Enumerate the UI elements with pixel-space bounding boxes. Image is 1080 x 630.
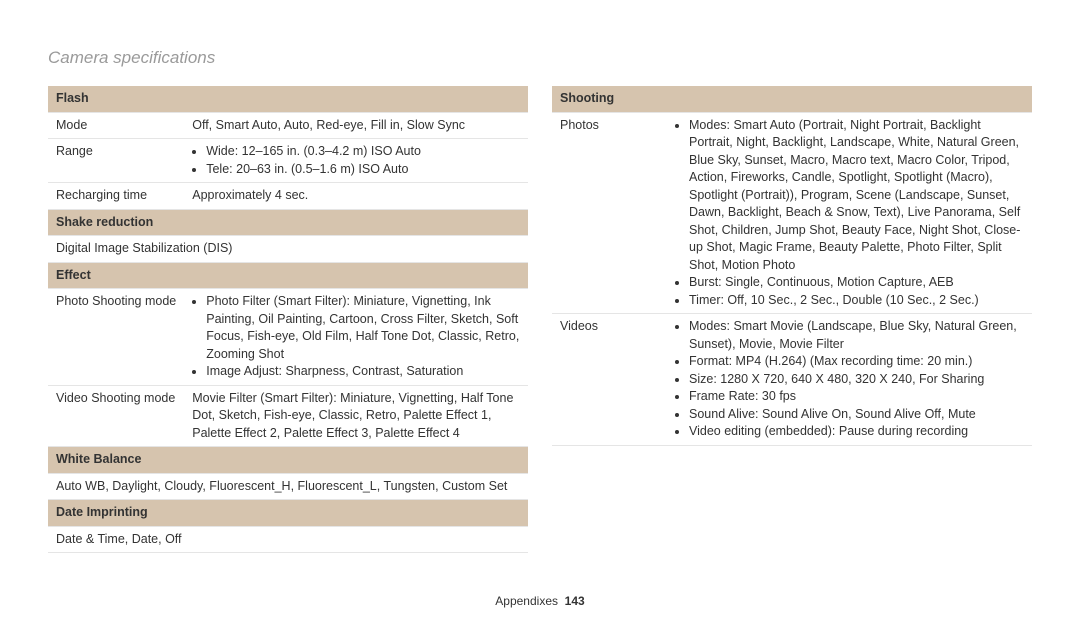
right-spec-table: ShootingPhotosModes: Smart Auto (Portrai… — [552, 86, 1032, 446]
table-row: Date & Time, Date, Off — [48, 526, 528, 553]
list-item: Video editing (embedded): Pause during r… — [689, 423, 1024, 441]
spec-value-cell: Photo Filter (Smart Filter): Miniature, … — [184, 289, 528, 386]
spec-value-cell: Modes: Smart Movie (Landscape, Blue Sky,… — [667, 314, 1032, 446]
section-header-cell: Shooting — [552, 86, 1032, 112]
list-item: Burst: Single, Continuous, Motion Captur… — [689, 274, 1024, 292]
spec-full-cell: Digital Image Stabilization (DIS) — [48, 236, 528, 263]
list-item: Format: MP4 (H.264) (Max recording time:… — [689, 353, 1024, 371]
list-item: Sound Alive: Sound Alive On, Sound Alive… — [689, 406, 1024, 424]
table-row: Recharging timeApproximately 4 sec. — [48, 183, 528, 210]
list-item: Modes: Smart Auto (Portrait, Night Portr… — [689, 117, 1024, 275]
section-header-cell: Effect — [48, 262, 528, 289]
section-header: Effect — [48, 262, 528, 289]
section-header-cell: Date Imprinting — [48, 500, 528, 527]
spec-label-cell: Video Shooting mode — [48, 385, 184, 447]
table-row: Digital Image Stabilization (DIS) — [48, 236, 528, 263]
document-page: Camera specifications FlashModeOff, Smar… — [0, 0, 1080, 630]
left-spec-table: FlashModeOff, Smart Auto, Auto, Red-eye,… — [48, 86, 528, 553]
section-header: White Balance — [48, 447, 528, 474]
spec-label-cell: Recharging time — [48, 183, 184, 210]
left-column: FlashModeOff, Smart Auto, Auto, Red-eye,… — [48, 86, 528, 553]
spec-value-list: Modes: Smart Auto (Portrait, Night Portr… — [675, 117, 1024, 310]
spec-value-cell: Modes: Smart Auto (Portrait, Night Portr… — [667, 112, 1032, 314]
spec-value-list: Modes: Smart Movie (Landscape, Blue Sky,… — [675, 318, 1024, 441]
section-header: Shooting — [552, 86, 1032, 112]
spec-label-cell: Photo Shooting mode — [48, 289, 184, 386]
table-row: Video Shooting modeMovie Filter (Smart F… — [48, 385, 528, 447]
spec-value-cell: Movie Filter (Smart Filter): Miniature, … — [184, 385, 528, 447]
section-header: Shake reduction — [48, 209, 528, 236]
section-header: Date Imprinting — [48, 500, 528, 527]
table-row: Videos Modes: Smart Movie (Landscape, Blu… — [552, 314, 1032, 446]
list-item: Timer: Off, 10 Sec., 2 Sec., Double (10 … — [689, 292, 1024, 310]
list-item: Image Adjust: Sharpness, Contrast, Satur… — [206, 363, 520, 381]
table-row: Photo Shooting mode Photo Filter (Smart F… — [48, 289, 528, 386]
section-header-cell: Flash — [48, 86, 528, 112]
footer-section-label: Appendixes — [495, 594, 558, 608]
spec-label-cell: Photos — [552, 112, 667, 314]
list-item: Wide: 12–165 in. (0.3–4.2 m) ISO Auto — [206, 143, 520, 161]
page-title: Camera specifications — [48, 48, 1032, 68]
section-header-cell: Shake reduction — [48, 209, 528, 236]
table-row: PhotosModes: Smart Auto (Portrait, Night… — [552, 112, 1032, 314]
list-item: Photo Filter (Smart Filter): Miniature, … — [206, 293, 520, 363]
section-header: Flash — [48, 86, 528, 112]
list-item: Modes: Smart Movie (Landscape, Blue Sky,… — [689, 318, 1024, 353]
spec-value-cell: Approximately 4 sec. — [184, 183, 528, 210]
spec-label-cell: Mode — [48, 112, 184, 139]
spec-value-cell: Wide: 12–165 in. (0.3–4.2 m) ISO AutoTel… — [184, 139, 528, 183]
table-row: ModeOff, Smart Auto, Auto, Red-eye, Fill… — [48, 112, 528, 139]
table-row: Auto WB, Daylight, Cloudy, Fluorescent_H… — [48, 473, 528, 500]
content-columns: FlashModeOff, Smart Auto, Auto, Red-eye,… — [48, 86, 1032, 553]
right-column: ShootingPhotosModes: Smart Auto (Portrai… — [552, 86, 1032, 553]
page-footer: Appendixes 143 — [0, 594, 1080, 608]
section-header-cell: White Balance — [48, 447, 528, 474]
list-item: Frame Rate: 30 fps — [689, 388, 1024, 406]
spec-value-list: Photo Filter (Smart Filter): Miniature, … — [192, 293, 520, 381]
spec-full-cell: Auto WB, Daylight, Cloudy, Fluorescent_H… — [48, 473, 528, 500]
spec-label-cell: Range — [48, 139, 184, 183]
spec-full-cell: Date & Time, Date, Off — [48, 526, 528, 553]
list-item: Size: 1280 X 720, 640 X 480, 320 X 240, … — [689, 371, 1024, 389]
table-row: RangeWide: 12–165 in. (0.3–4.2 m) ISO Au… — [48, 139, 528, 183]
spec-label-cell: Videos — [552, 314, 667, 446]
footer-page-number: 143 — [565, 594, 585, 608]
spec-value-list: Wide: 12–165 in. (0.3–4.2 m) ISO AutoTel… — [192, 143, 520, 178]
spec-value-cell: Off, Smart Auto, Auto, Red-eye, Fill in,… — [184, 112, 528, 139]
list-item: Tele: 20–63 in. (0.5–1.6 m) ISO Auto — [206, 161, 520, 179]
